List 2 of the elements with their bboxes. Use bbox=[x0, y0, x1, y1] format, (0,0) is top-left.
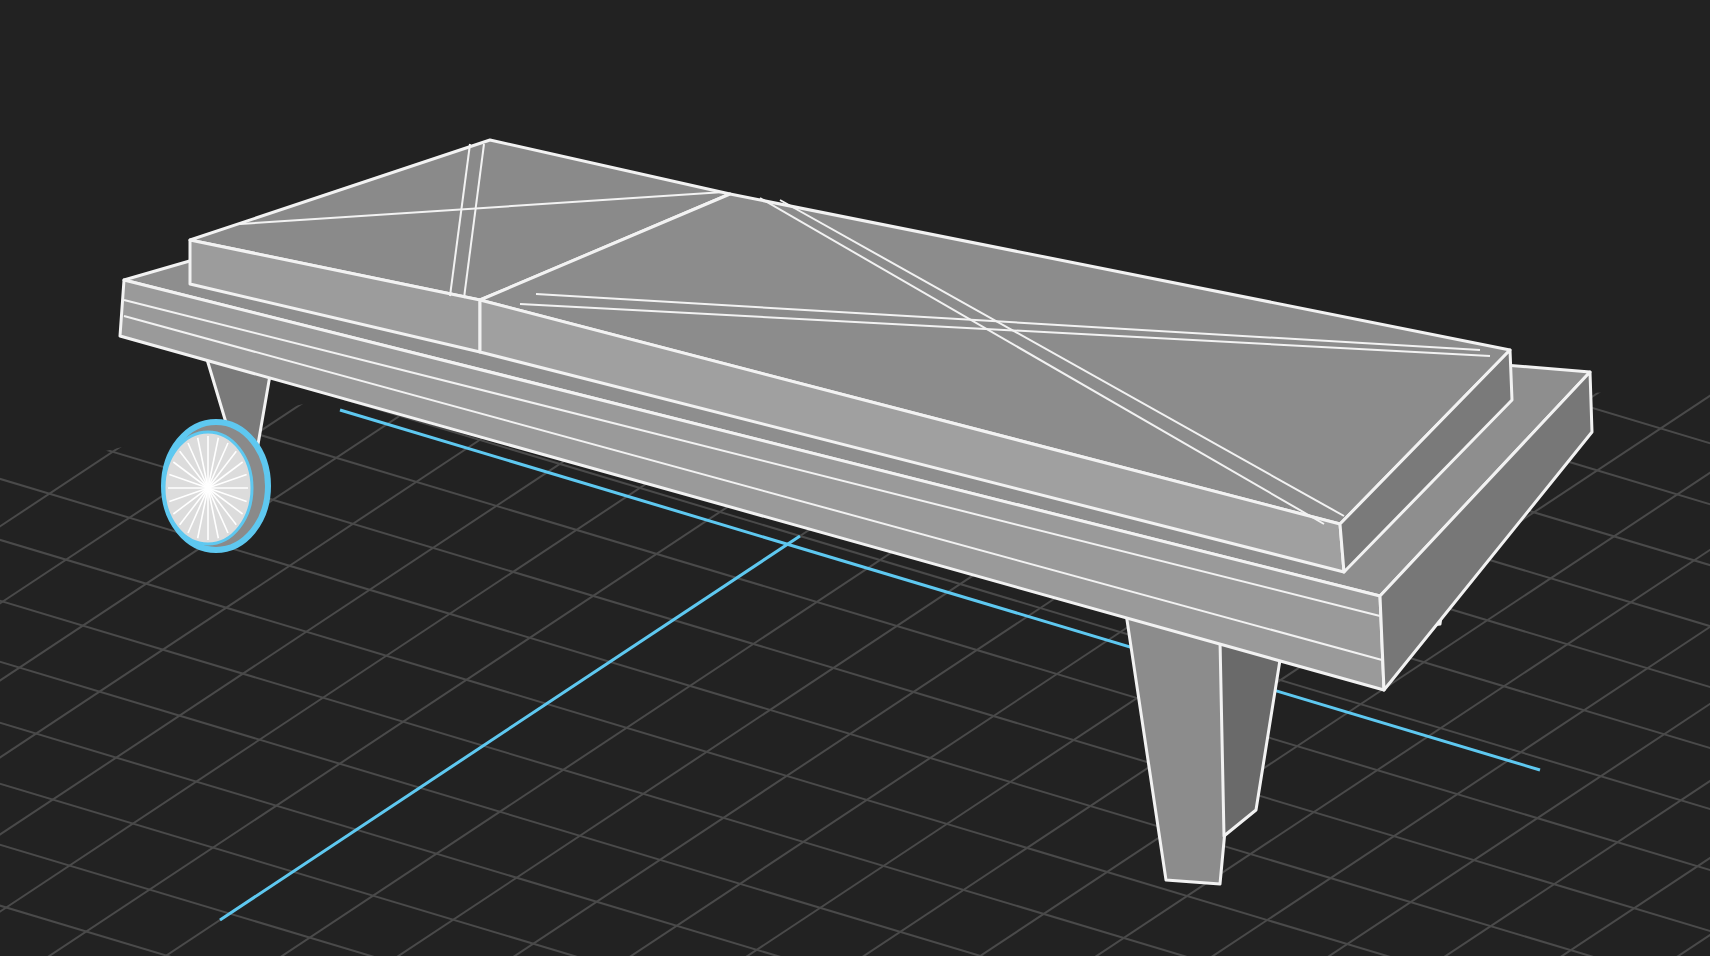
lounger-drawing[interactable] bbox=[118, 138, 1594, 886]
wheel-drawing[interactable] bbox=[161, 419, 271, 553]
